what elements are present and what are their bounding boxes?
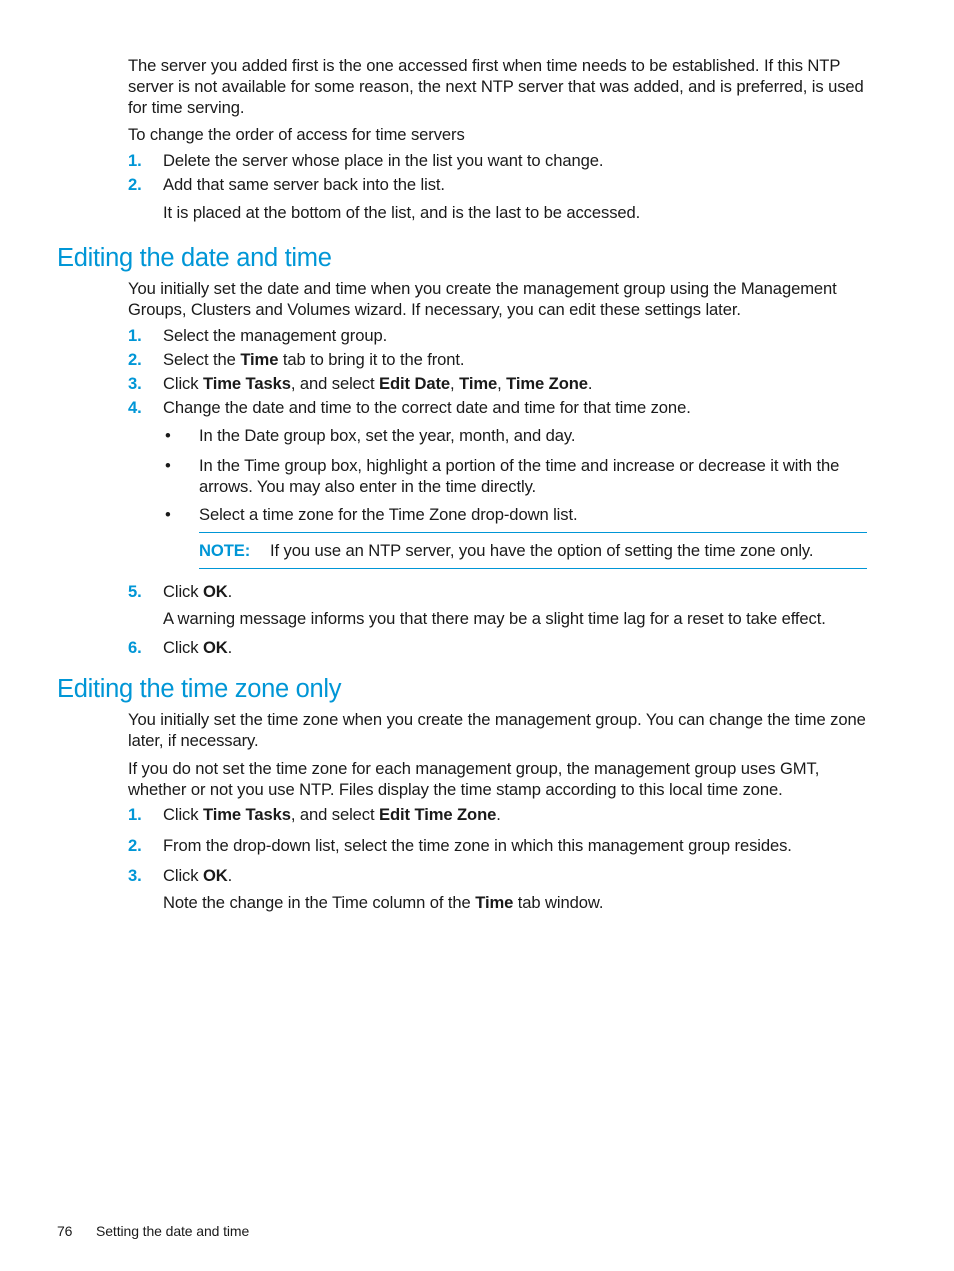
- ui-term-time-tasks: Time Tasks: [202, 805, 291, 824]
- text-run: Note the change in the Time column of th…: [163, 893, 476, 912]
- bullet-text: In the Time group box, highlight a porti…: [199, 456, 840, 496]
- step-number: 3.: [128, 866, 142, 885]
- section1-paragraph: You initially set the date and time when…: [128, 279, 837, 319]
- bullet-text: Select a time zone for the Time Zone dro…: [199, 505, 578, 524]
- ui-term-edit-time-zone: Edit Time Zone: [379, 805, 497, 824]
- ui-term-edit-date: Edit Date: [379, 374, 451, 393]
- note-label: NOTE:: [199, 541, 251, 560]
- ui-term-time: Time: [475, 893, 514, 912]
- text-run: .: [496, 805, 501, 824]
- step-text: Add that same server back into the list.: [163, 175, 445, 194]
- ui-term-time-zone: Time Zone: [506, 374, 588, 393]
- step-number: 2.: [128, 175, 142, 194]
- step-text: Click OK.: [163, 637, 870, 658]
- footer-section-title: Setting the date and time: [96, 1223, 250, 1239]
- text-run: .: [227, 866, 233, 885]
- step-number: 5.: [128, 582, 142, 601]
- step-text: Select the management group.: [163, 326, 388, 345]
- step-number: 6.: [128, 638, 142, 657]
- text-run: Click: [163, 866, 203, 885]
- text-run: Click: [163, 805, 203, 824]
- step-number: 4.: [128, 398, 142, 417]
- section-heading-edit-date-time: Editing the date and time: [57, 244, 332, 272]
- bullet-icon: •: [165, 505, 171, 524]
- ui-term-time: Time: [240, 350, 279, 369]
- page-number: 76: [57, 1223, 73, 1239]
- text-run: tab to bring it to the front.: [278, 350, 465, 369]
- section2-step-3-note: Note the change in the Time column of th…: [163, 892, 870, 913]
- ui-term-ok: OK: [202, 866, 228, 885]
- text-run: Click: [163, 582, 203, 601]
- section2-paragraph-2: If you do not set the time zone for each…: [128, 759, 820, 799]
- text-run: .: [227, 638, 233, 657]
- step-number: 2.: [128, 836, 142, 855]
- section2-paragraph-1: You initially set the time zone when you…: [128, 710, 866, 750]
- text-run: tab window.: [513, 893, 604, 912]
- text-run: .: [227, 582, 233, 601]
- text-run: Click: [163, 374, 203, 393]
- step-text: Select the Time tab to bring it to the f…: [163, 349, 870, 370]
- step-text: Click Time Tasks, and select Edit Time Z…: [163, 804, 870, 825]
- step-text: Delete the server whose place in the lis…: [163, 151, 604, 170]
- text-run: , and select: [290, 374, 380, 393]
- step-number: 3.: [128, 374, 142, 393]
- step-number: 1.: [128, 326, 142, 345]
- ui-term-time: Time: [459, 374, 498, 393]
- ui-term-time-tasks: Time Tasks: [202, 374, 291, 393]
- step-text: From the drop-down list, select the time…: [163, 836, 792, 855]
- document-page: The server you added first is the one ac…: [0, 0, 954, 1271]
- text-run: Select the: [163, 350, 241, 369]
- step-number: 1.: [128, 151, 142, 170]
- note-box: NOTE: If you use an NTP server, you have…: [199, 532, 867, 569]
- ui-term-ok: OK: [202, 638, 228, 657]
- step-number: 1.: [128, 805, 142, 824]
- section1-step-5-note: A warning message informs you that there…: [163, 609, 826, 628]
- text-run: ,: [497, 374, 507, 393]
- ui-term-ok: OK: [202, 582, 228, 601]
- bullet-icon: •: [165, 456, 171, 475]
- step-text: Change the date and time to the correct …: [163, 398, 691, 417]
- text-run: ,: [450, 374, 460, 393]
- intro-step-2-note: It is placed at the bottom of the list, …: [163, 203, 641, 222]
- step-text: Click Time Tasks, and select Edit Date, …: [163, 373, 870, 394]
- step-text: Click OK.: [163, 865, 870, 886]
- bullet-icon: •: [165, 426, 171, 445]
- intro-paragraph: The server you added first is the one ac…: [128, 56, 864, 117]
- section-heading-edit-time-zone: Editing the time zone only: [57, 675, 342, 703]
- note-text: If you use an NTP server, you have the o…: [270, 541, 814, 560]
- text-run: .: [587, 374, 593, 393]
- step-text: Click OK.: [163, 581, 870, 602]
- text-run: Click: [163, 638, 203, 657]
- text-run: , and select: [290, 805, 380, 824]
- bullet-text: In the Date group box, set the year, mon…: [199, 426, 576, 445]
- intro-instruction: To change the order of access for time s…: [128, 125, 465, 144]
- step-number: 2.: [128, 350, 142, 369]
